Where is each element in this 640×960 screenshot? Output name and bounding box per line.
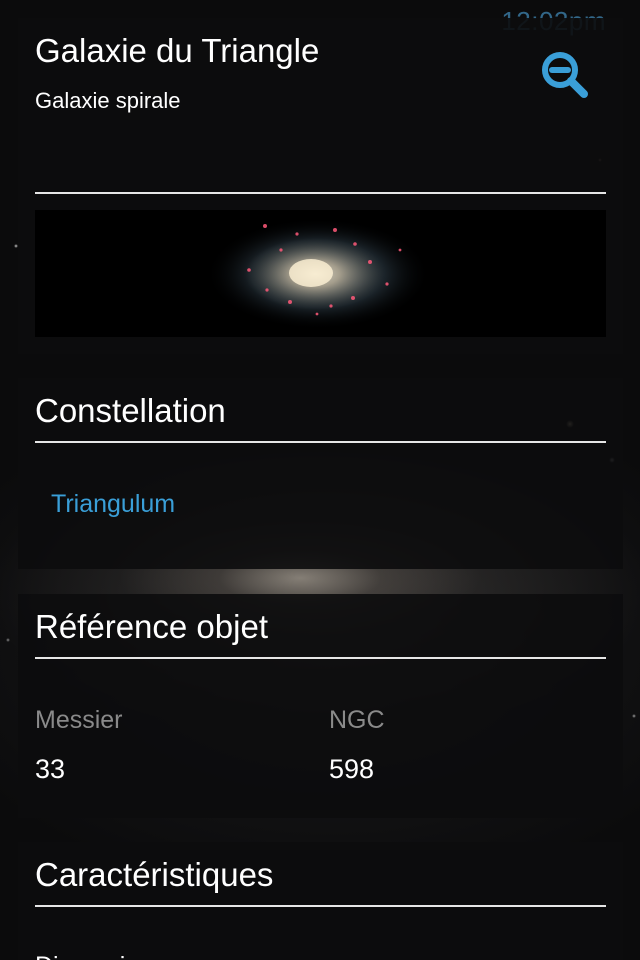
object-title: Galaxie du Triangle — [35, 32, 320, 69]
divider — [35, 441, 606, 443]
object-card: Galaxie du Triangle Galaxie spirale — [18, 18, 623, 354]
features-heading: Caractéristiques — [35, 856, 274, 893]
constellation-link[interactable]: Triangulum — [51, 490, 175, 519]
features-card: Caractéristiques Dimensions — [18, 842, 623, 960]
zoom-out-button[interactable] — [538, 48, 594, 104]
reference-heading: Référence objet — [35, 608, 268, 645]
ngc-label: NGC — [329, 706, 385, 734]
reference-card: Référence objet Messier 33 NGC 598 — [18, 594, 623, 818]
dimensions-label: Dimensions — [35, 952, 166, 960]
app-screen: 12:02pm Galaxie du Triangle Galaxie spir… — [0, 0, 640, 960]
object-type: Galaxie spirale — [35, 88, 181, 113]
galaxy-picture — [206, 218, 430, 330]
ngc-value: 598 — [329, 754, 375, 784]
galaxy-image[interactable] — [35, 210, 606, 337]
constellation-card: Constellation Triangulum — [18, 378, 623, 569]
messier-value: 33 — [35, 754, 66, 784]
divider — [35, 192, 606, 194]
divider — [35, 657, 606, 659]
constellation-heading: Constellation — [35, 392, 226, 429]
divider — [35, 905, 606, 907]
zoom-out-icon — [542, 52, 588, 98]
messier-label: Messier — [35, 706, 123, 734]
